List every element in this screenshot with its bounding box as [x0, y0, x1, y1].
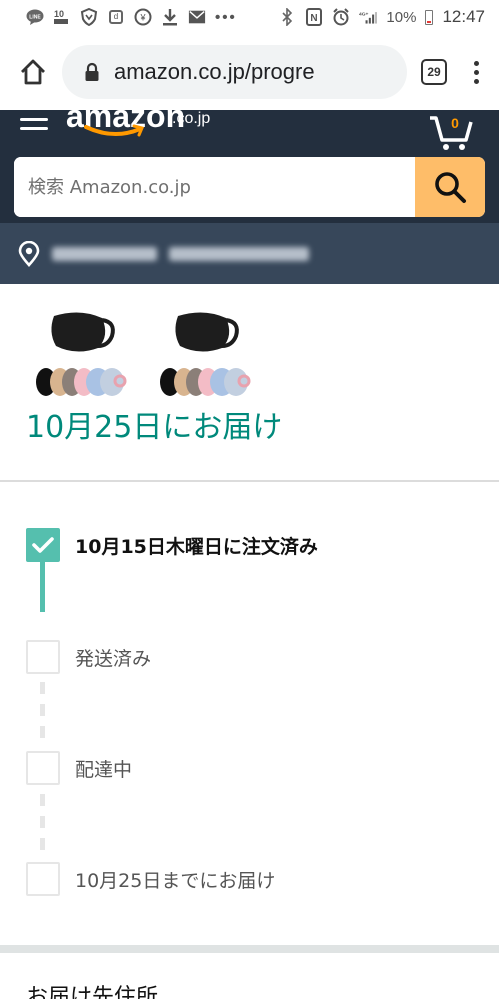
svg-text:N: N: [311, 13, 318, 24]
search-button[interactable]: [415, 157, 485, 217]
bluetooth-icon: [278, 8, 296, 26]
menu-dot-icon: [473, 78, 479, 84]
lock-icon: [85, 62, 99, 81]
status-left-icons: LINE 10 d ¥ •••: [26, 8, 237, 26]
step-checkbox: [26, 751, 60, 785]
tab-switcher-button[interactable]: 29: [421, 59, 447, 85]
step-out-for-delivery: 配達中: [26, 751, 132, 785]
hamburger-line: [20, 118, 48, 121]
nfc-icon: N: [305, 8, 323, 26]
mail-icon: [188, 8, 206, 26]
yen-icon: ¥: [134, 8, 152, 26]
step-label: 発送済み: [75, 647, 152, 670]
clock: 12:47: [442, 7, 485, 26]
status-bar: LINE 10 d ¥ ••• N 4G+ 10% 12:47: [0, 0, 499, 34]
amazon-logo-tld: .co.jp: [172, 110, 211, 127]
product-image-mask-1[interactable]: [32, 306, 130, 402]
amazon-header: amazon .co.jp 0: [0, 110, 499, 284]
step-checkbox: [26, 862, 60, 896]
address-bar[interactable]: amazon.co.jp/progre: [62, 45, 407, 99]
svg-text:¥: ¥: [139, 13, 146, 23]
download-icon: [161, 8, 179, 26]
url-text: amazon.co.jp/progre: [114, 59, 315, 84]
step-delivered: 10月25日までにお届け: [26, 862, 275, 896]
browser-toolbar: amazon.co.jp/progre 29: [0, 34, 499, 110]
product-image-mask-2[interactable]: [156, 306, 254, 402]
menu-dot-icon: [473, 60, 479, 66]
checkmark-icon: [32, 537, 54, 553]
progress-line-pending: [40, 682, 45, 742]
step-checkbox-checked: [26, 528, 60, 562]
blurred-address-part: [52, 246, 157, 261]
delivery-date-title: 10月25日にお届け: [26, 410, 283, 445]
svg-text:LINE: LINE: [29, 15, 41, 21]
blurred-address-part: [169, 246, 309, 261]
search-bar: [14, 157, 485, 217]
menu-dot-icon: [473, 69, 479, 75]
step-checkbox: [26, 640, 60, 674]
hamburger-menu-button[interactable]: [20, 118, 48, 136]
step-shipped: 発送済み: [26, 640, 151, 674]
section-separator: [0, 945, 499, 953]
face-mask-image: [160, 312, 251, 396]
notification-10-icon: 10: [53, 8, 71, 26]
signal-4g-icon: 4G+: [359, 8, 378, 26]
svg-text:4G+: 4G+: [359, 11, 369, 17]
search-input[interactable]: [14, 157, 415, 217]
shield-icon: [80, 8, 98, 26]
blurred-address: [52, 246, 309, 261]
battery-percent: 10%: [386, 8, 417, 26]
d-icon: d: [107, 8, 125, 26]
svg-text:10: 10: [54, 9, 64, 19]
shipping-address-heading: お届け先住所: [26, 985, 159, 999]
face-mask-image: [36, 312, 127, 396]
hamburger-line: [20, 127, 48, 130]
delivery-location-bar[interactable]: [0, 223, 499, 284]
location-pin-icon: [18, 240, 40, 267]
step-label: 10月15日木曜日に注文済み: [75, 535, 318, 558]
step-label: 配達中: [75, 758, 133, 781]
search-icon: [435, 172, 466, 203]
amazon-smile-icon: [84, 124, 145, 137]
home-button[interactable]: [18, 57, 48, 87]
step-label: 10月25日までにお届け: [75, 869, 276, 892]
home-icon: [21, 59, 45, 85]
progress-line-pending: [40, 794, 45, 854]
shipment-progress-tracker: 10月15日木曜日に注文済み 発送済み 配達中 10月25日までにお届け: [0, 482, 499, 945]
cart-icon[interactable]: 0: [427, 110, 475, 152]
more-notifications-icon: •••: [215, 8, 237, 26]
order-product-images: [0, 284, 499, 402]
status-right-icons: N 4G+ 10% 12:47: [278, 7, 485, 27]
amazon-top-bar: amazon .co.jp 0: [0, 110, 499, 157]
alarm-icon: [332, 8, 350, 26]
step-ordered: 10月15日木曜日に注文済み: [26, 528, 318, 562]
battery-icon: [425, 9, 434, 25]
svg-text:0: 0: [451, 115, 459, 131]
browser-menu-button[interactable]: [461, 60, 491, 84]
line-icon: LINE: [26, 8, 44, 26]
